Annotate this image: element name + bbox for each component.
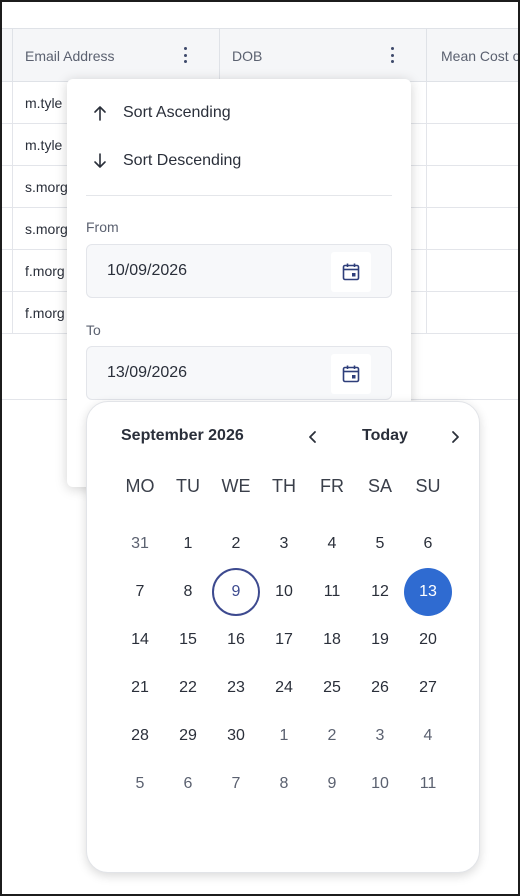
column-header-row-select[interactable]: [2, 29, 13, 82]
next-month-button[interactable]: [445, 426, 465, 448]
table-cell[interactable]: [427, 250, 518, 291]
calendar-day[interactable]: 1: [260, 712, 308, 760]
calendar-icon: [342, 365, 360, 383]
table-cell[interactable]: [2, 124, 13, 165]
calendar-day[interactable]: 10: [260, 568, 308, 616]
weekday-label: TU: [176, 476, 200, 496]
calendar-day[interactable]: 28: [116, 712, 164, 760]
table-cell[interactable]: [427, 292, 518, 333]
table-cell[interactable]: [427, 82, 518, 123]
table-cell[interactable]: [427, 208, 518, 249]
column-header-label: DOB: [232, 47, 263, 64]
calendar-icon: [342, 263, 360, 281]
calendar-day[interactable]: 26: [356, 664, 404, 712]
to-label: To: [86, 322, 101, 338]
calendar-day[interactable]: 7: [212, 760, 260, 808]
weekday-label: FR: [320, 476, 344, 496]
sort-ascending-label: Sort Ascending: [123, 104, 231, 121]
calendar-day[interactable]: 1: [164, 520, 212, 568]
calendar-day[interactable]: 27: [404, 664, 452, 712]
calendar-day[interactable]: 10: [356, 760, 404, 808]
calendar-day[interactable]: 4: [404, 712, 452, 760]
table-cell[interactable]: [2, 166, 13, 207]
kebab-menu-icon[interactable]: [382, 45, 402, 65]
calendar-day[interactable]: 11: [308, 568, 356, 616]
column-header-mean-cost[interactable]: Mean Cost o: [427, 29, 520, 82]
arrow-up-icon: [94, 106, 106, 121]
to-date-value: 13/09/2026: [107, 364, 188, 381]
grid-header: Email Address DOB Mean Cost o: [2, 28, 520, 82]
calendar-day[interactable]: 30: [212, 712, 260, 760]
sort-descending-item[interactable]: Sort Descending: [91, 146, 241, 176]
calendar-day[interactable]: 19: [356, 616, 404, 664]
calendar-day[interactable]: 9: [308, 760, 356, 808]
calendar-day[interactable]: 7: [116, 568, 164, 616]
to-date-picker-button[interactable]: [331, 354, 371, 394]
calendar-day[interactable]: 2: [308, 712, 356, 760]
table-cell[interactable]: [2, 250, 13, 291]
calendar-day[interactable]: 18: [308, 616, 356, 664]
calendar-month-label: September 2026: [121, 427, 244, 444]
column-header-label: Email Address: [25, 47, 115, 64]
calendar-day[interactable]: 6: [404, 520, 452, 568]
to-date-field[interactable]: 13/09/2026: [86, 346, 392, 400]
weekday-label: SA: [367, 476, 392, 496]
calendar-day[interactable]: 6: [164, 760, 212, 808]
calendar-day[interactable]: 25: [308, 664, 356, 712]
menu-divider: [86, 195, 392, 196]
table-cell[interactable]: [2, 82, 13, 123]
calendar-day[interactable]: 15: [164, 616, 212, 664]
calendar-day[interactable]: 12: [356, 568, 404, 616]
calendar-day[interactable]: 8: [260, 760, 308, 808]
column-header-email[interactable]: Email Address: [13, 29, 220, 82]
calendar-day[interactable]: 24: [260, 664, 308, 712]
table-cell[interactable]: [2, 292, 13, 333]
sort-descending-label: Sort Descending: [123, 152, 242, 169]
calendar-day[interactable]: 23: [212, 664, 260, 712]
calendar-day[interactable]: 16: [212, 616, 260, 664]
calendar-day[interactable]: 3: [260, 520, 308, 568]
calendar-day-today[interactable]: 9: [212, 568, 260, 616]
column-header-label: Mean Cost o: [441, 47, 520, 64]
calendar-day[interactable]: 14: [116, 616, 164, 664]
calendar-day[interactable]: 20: [404, 616, 452, 664]
app-frame: Email Address DOB Mean Cost o m.tyle m.ty…: [0, 0, 520, 896]
kebab-menu-icon[interactable]: [175, 45, 195, 65]
previous-month-button[interactable]: [303, 426, 323, 448]
calendar-day[interactable]: 2: [212, 520, 260, 568]
sort-ascending-item[interactable]: Sort Ascending: [91, 98, 231, 128]
table-cell[interactable]: [427, 124, 518, 165]
calendar-day[interactable]: 3: [356, 712, 404, 760]
from-date-value: 10/09/2026: [107, 262, 188, 279]
calendar-day[interactable]: 4: [308, 520, 356, 568]
weekday-label: TH: [272, 476, 296, 496]
from-date-field[interactable]: 10/09/2026: [86, 244, 392, 298]
today-button[interactable]: Today: [362, 427, 408, 445]
calendar-day[interactable]: 8: [164, 568, 212, 616]
calendar-day[interactable]: 5: [116, 760, 164, 808]
from-date-picker-button[interactable]: [331, 252, 371, 292]
calendar-day[interactable]: 11: [404, 760, 452, 808]
table-cell[interactable]: [2, 208, 13, 249]
weekday-label: MO: [125, 476, 155, 496]
arrow-down-icon: [94, 153, 106, 168]
weekday-label: WE: [221, 476, 251, 496]
calendar-day[interactable]: 5: [356, 520, 404, 568]
weekday-label: SU: [415, 476, 441, 496]
calendar-day[interactable]: 17: [260, 616, 308, 664]
table-cell[interactable]: [427, 166, 518, 207]
calendar-day-selected[interactable]: 13: [404, 568, 452, 616]
column-header-dob[interactable]: DOB: [220, 29, 427, 82]
from-label: From: [86, 219, 119, 235]
date-picker-calendar: September 2026 Today MO TU WE TH FR SA SU 31 1 2…: [86, 401, 480, 873]
calendar-day[interactable]: 29: [164, 712, 212, 760]
chevron-right-icon: [452, 431, 459, 443]
calendar-day[interactable]: 21: [116, 664, 164, 712]
chevron-left-icon: [309, 431, 316, 443]
calendar-day[interactable]: 31: [116, 520, 164, 568]
calendar-day[interactable]: 22: [164, 664, 212, 712]
